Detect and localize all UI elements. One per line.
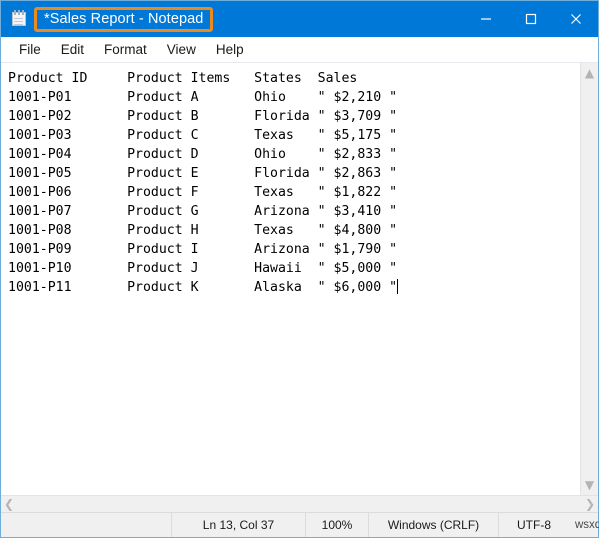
- notepad-window: *Sales Report - Notepad File Edit Format…: [0, 0, 599, 538]
- menu-item-edit[interactable]: Edit: [51, 40, 94, 60]
- title-highlight-box: *Sales Report - Notepad: [34, 6, 214, 32]
- window-title: *Sales Report - Notepad: [44, 10, 204, 27]
- status-zoom-level[interactable]: 100%: [305, 513, 368, 537]
- scroll-left-arrow[interactable]: ❮: [4, 498, 14, 510]
- minimize-button[interactable]: [463, 1, 508, 37]
- watermark-text: wsxdn.com: [575, 519, 599, 531]
- scroll-right-arrow[interactable]: ❯: [585, 498, 595, 510]
- status-encoding: UTF-8: [498, 513, 569, 537]
- vertical-scrollbar[interactable]: ▲ ▼: [580, 63, 598, 495]
- editor-area: Product ID Product Items States Sales 10…: [1, 62, 598, 495]
- status-spacer: [1, 513, 171, 537]
- menu-bar: File Edit Format View Help: [1, 37, 598, 62]
- text-caret: [397, 279, 399, 294]
- watermark: wsxdn.com: [569, 513, 599, 537]
- menu-item-help[interactable]: Help: [206, 40, 254, 60]
- status-cursor-position: Ln 13, Col 37: [171, 513, 305, 537]
- document-text: Product ID Product Items States Sales 10…: [8, 71, 398, 295]
- close-button[interactable]: [553, 1, 598, 37]
- menu-item-format[interactable]: Format: [94, 40, 157, 60]
- status-bar: Ln 13, Col 37 100% Windows (CRLF) UTF-8 …: [1, 512, 599, 537]
- status-line-ending: Windows (CRLF): [368, 513, 498, 537]
- title-bar[interactable]: *Sales Report - Notepad: [1, 1, 598, 37]
- scroll-up-arrow[interactable]: ▲: [585, 67, 594, 79]
- scroll-down-arrow[interactable]: ▼: [585, 479, 594, 491]
- notepad-icon: [10, 10, 28, 28]
- window-controls: [463, 1, 598, 37]
- text-editor[interactable]: Product ID Product Items States Sales 10…: [1, 63, 580, 495]
- menu-item-file[interactable]: File: [9, 40, 51, 60]
- maximize-button[interactable]: [508, 1, 553, 37]
- horizontal-scrollbar[interactable]: ❮ ❯: [1, 495, 598, 512]
- menu-item-view[interactable]: View: [157, 40, 206, 60]
